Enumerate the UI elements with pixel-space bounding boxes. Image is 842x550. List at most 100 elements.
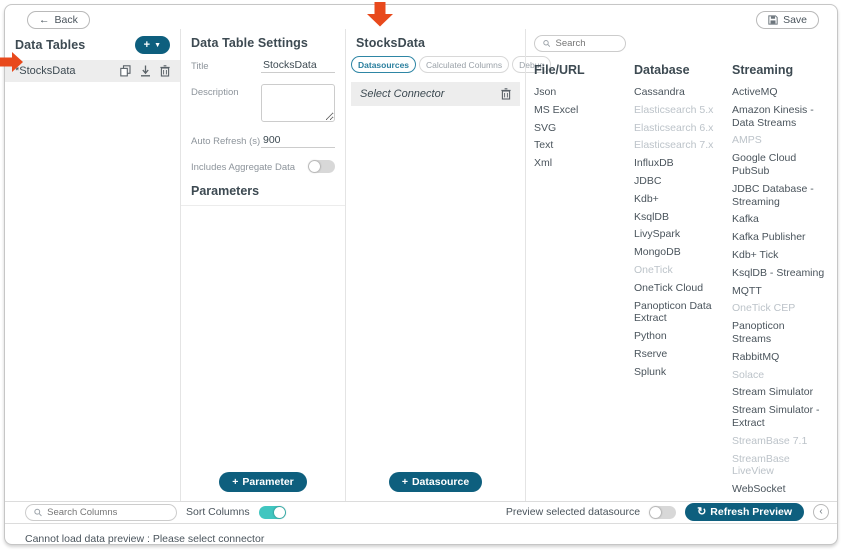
connector-item[interactable]: Amazon Kinesis - Data Streams [732,104,831,130]
connector-item[interactable]: Elasticsearch 5.x [634,104,732,117]
connector-list: ActiveMQ Amazon Kinesis - Data Streams AMP… [732,86,831,496]
aggregate-toggle-label: Includes Aggregate Data [191,159,308,173]
caret-down-icon: ▼ [154,42,161,49]
columns-search-input[interactable] [47,507,168,518]
connector-item[interactable]: Stream Simulator - Extract [732,404,831,430]
connector-item[interactable]: OneTick Cloud [634,282,732,295]
connector-item[interactable]: JDBC [634,175,732,188]
connector-item[interactable]: InfluxDB [634,157,732,170]
connector-item[interactable]: Solace [732,369,831,382]
connector-item[interactable]: Kdb+ Tick [732,249,831,262]
connector-column-file-url: File/URL Json MS Excel SVG Text Xml [534,63,634,501]
select-connector-label: Select Connector [360,88,444,100]
save-icon [768,15,778,25]
connector-item[interactable]: SVG [534,122,634,135]
refresh-icon: ↻ [697,507,706,518]
connector-item[interactable]: Panopticon Data Extract [634,300,732,326]
data-preview-area: Cannot load data preview : Please select… [5,524,837,545]
app-window: ← Back Save Data Tables + ▼ *StocksData [4,4,838,545]
add-datasource-button[interactable]: + Datasource [389,472,482,492]
connector-item[interactable]: Stream Simulator [732,386,831,399]
chevron-left-icon: ‹ [819,506,822,517]
connector-item[interactable]: StreamBase 7.1 [732,435,831,448]
connector-item[interactable]: Panopticon Streams [732,320,831,346]
copy-icon[interactable] [120,65,131,77]
connector-item[interactable]: Elasticsearch 7.x [634,139,732,152]
connector-item[interactable]: Json [534,86,634,99]
connector-item[interactable]: Kafka Publisher [732,231,831,244]
preview-toolbar: Sort Columns Preview selected datasource… [5,501,837,524]
back-button[interactable]: ← Back [27,11,90,29]
settings-title: Data Table Settings [191,36,308,50]
datasources-empty-area [346,106,525,466]
add-parameter-button[interactable]: + Parameter [219,472,307,492]
connector-category-title: File/URL [534,63,634,77]
connector-item[interactable]: KsqlDB [634,211,732,224]
sort-columns-toggle[interactable] [259,506,286,519]
refresh-preview-button[interactable]: ↻ Refresh Preview [685,503,804,521]
data-table-settings-panel: Data Table Settings Title Description Au… [180,29,345,501]
connector-item[interactable]: Kafka [732,213,831,226]
save-button[interactable]: Save [756,11,819,29]
add-data-table-button[interactable]: + ▼ [135,36,170,54]
connector-item[interactable]: MongoDB [634,246,732,259]
datasources-panel: StocksData Datasources Calculated Column… [345,29,525,501]
connector-item[interactable]: Text [534,139,634,152]
connector-item[interactable]: KsqlDB - Streaming [732,267,831,280]
parameters-section-title: Parameters [181,184,345,205]
title-field[interactable] [261,58,335,73]
connector-item[interactable]: Cassandra [634,86,732,99]
connector-list: Json MS Excel SVG Text Xml [534,86,634,170]
trash-icon[interactable] [160,65,170,77]
add-parameter-label: Parameter [242,476,293,488]
description-field-label: Description [191,84,261,98]
connector-item[interactable]: WebSocket [732,483,831,496]
connector-item[interactable]: MQTT [732,285,831,298]
connector-item[interactable]: Xml [534,157,634,170]
auto-refresh-field[interactable] [261,133,335,148]
back-button-label: Back [55,14,78,26]
settings-footer: + Parameter [181,466,345,501]
trash-icon[interactable] [501,88,511,100]
description-field[interactable] [261,84,335,122]
data-tables-title: Data Tables [15,38,85,52]
connector-item[interactable]: OneTick CEP [732,302,831,315]
search-icon [543,39,550,48]
connector-search-input[interactable] [555,38,617,49]
tab-datasources[interactable]: Datasources [351,56,416,73]
data-table-list-item[interactable]: *StocksData [5,60,180,82]
connector-item[interactable]: AMPS [732,134,831,147]
connector-item[interactable]: ActiveMQ [732,86,831,99]
connector-item[interactable]: Google Cloud PubSub [732,152,831,178]
plus-icon: + [402,476,408,488]
preview-status-message: Cannot load data preview : Please select… [25,533,837,545]
settings-header: Data Table Settings [181,29,345,56]
connector-catalog-panel: File/URL Json MS Excel SVG Text Xml Database… [525,29,837,501]
connector-item[interactable]: Elasticsearch 6.x [634,122,732,135]
aggregate-toggle[interactable] [308,160,335,173]
add-datasource-label: Datasource [412,476,469,488]
connector-item[interactable]: Splunk [634,366,732,379]
connector-item[interactable]: Python [634,330,732,343]
tab-calculated-columns[interactable]: Calculated Columns [419,56,509,73]
connector-item[interactable]: OneTick [634,264,732,277]
connector-item[interactable]: MS Excel [534,104,634,117]
datasources-header: StocksData [346,29,525,56]
connector-item[interactable]: RabbitMQ [732,351,831,364]
parameters-empty-area [181,205,345,466]
export-icon[interactable] [140,65,151,77]
connector-item[interactable]: JDBC Database - Streaming [732,183,831,209]
connector-search[interactable] [534,35,626,52]
connector-category-title: Database [634,63,732,77]
columns-search[interactable] [25,504,177,521]
preview-datasource-toggle[interactable] [649,506,676,519]
select-connector-row[interactable]: Select Connector [351,82,520,106]
collapse-panel-button[interactable]: ‹ [813,504,829,520]
sort-columns-label: Sort Columns [186,506,250,518]
connector-item[interactable]: LivySpark [634,228,732,241]
connector-item[interactable]: Kdb+ [634,193,732,206]
pointer-arrow-left [0,51,24,73]
connector-item[interactable]: StreamBase LiveView [732,453,831,479]
connector-category-title: Streaming [732,63,831,77]
connector-item[interactable]: Rserve [634,348,732,361]
